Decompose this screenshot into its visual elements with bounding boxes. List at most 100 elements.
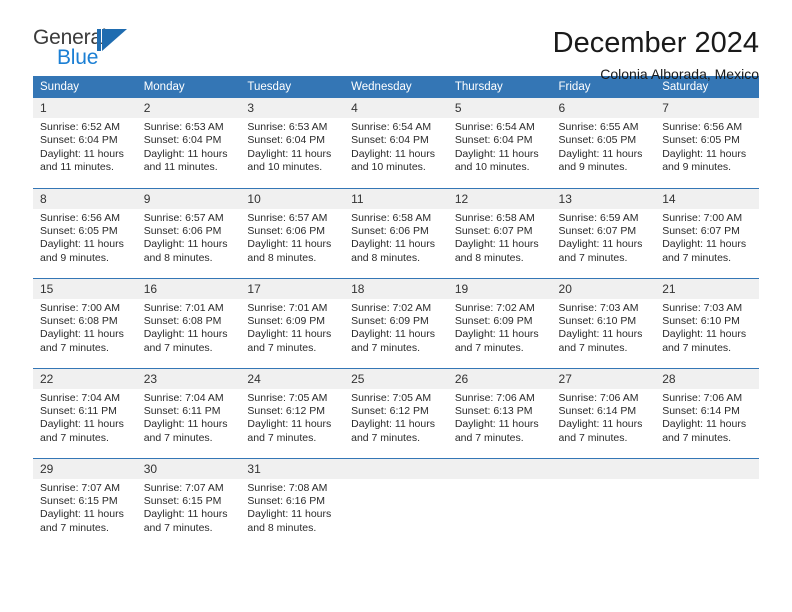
day-number: 10 <box>240 188 345 209</box>
day-details: Sunrise: 7:04 AM Sunset: 6:11 PM Daylight:… <box>33 389 137 446</box>
calendar-day-cell[interactable]: 23 Sunrise: 7:04 AM Sunset: 6:11 PM Dayligh… <box>136 367 241 458</box>
sunrise-text: Sunrise: 7:05 AM <box>247 391 328 404</box>
calendar-day-cell[interactable]: 14 Sunrise: 7:00 AM Sunset: 6:07 PM Dayligh… <box>655 187 759 278</box>
daylight-text: Daylight: 11 hours and 7 minutes. <box>662 418 747 444</box>
day-details: Sunrise: 6:59 AM Sunset: 6:07 PM Daylight:… <box>552 209 656 266</box>
sunrise-text: Sunrise: 7:00 AM <box>662 211 743 224</box>
sunset-text: Sunset: 6:11 PM <box>143 404 221 417</box>
day-details: Sunrise: 7:02 AM Sunset: 6:09 PM Daylight:… <box>448 299 552 356</box>
day-details: Sunrise: 6:55 AM Sunset: 6:05 PM Daylight:… <box>552 118 656 175</box>
day-number: 24 <box>240 368 345 389</box>
day-details: Sunrise: 7:03 AM Sunset: 6:10 PM Daylight:… <box>655 299 759 356</box>
calendar-day-cell[interactable]: 1 Sunrise: 6:52 AM Sunset: 6:04 PM Daylight… <box>33 98 137 188</box>
calendar-day-cell[interactable]: 16 Sunrise: 7:01 AM Sunset: 6:08 PM Dayligh… <box>136 277 241 368</box>
day-number: 20 <box>551 278 656 299</box>
sunset-text: Sunset: 6:06 PM <box>247 224 326 237</box>
calendar-day-cell[interactable]: 7 Sunrise: 6:56 AM Sunset: 6:05 PM Daylight… <box>655 98 759 188</box>
sunset-text: Sunset: 6:09 PM <box>247 314 326 327</box>
sunset-text: Sunset: 6:04 PM <box>40 134 118 147</box>
calendar-day-cell[interactable]: 19 Sunrise: 7:02 AM Sunset: 6:09 PM Dayligh… <box>447 277 552 368</box>
calendar-day-cell[interactable]: 8 Sunrise: 6:56 AM Sunset: 6:05 PM Daylight… <box>33 187 137 278</box>
calendar-week-row: 29 Sunrise: 7:07 AM Sunset: 6:15 PM Dayligh… <box>33 457 759 548</box>
weekday-header-wednesday: Wednesday <box>344 76 448 98</box>
calendar-day-cell[interactable]: 28 Sunrise: 7:06 AM Sunset: 6:14 PM Dayligh… <box>655 367 759 458</box>
day-number: 4 <box>344 98 448 118</box>
calendar-day-cell[interactable]: 31 Sunrise: 7:08 AM Sunset: 6:16 PM Dayligh… <box>240 457 345 548</box>
weekday-header-sunday: Sunday <box>33 76 137 98</box>
calendar-day-cell[interactable]: 2 Sunrise: 6:53 AM Sunset: 6:04 PM Daylight… <box>136 98 241 188</box>
calendar-day-cell[interactable]: 25 Sunrise: 7:05 AM Sunset: 6:12 PM Dayligh… <box>344 367 448 458</box>
day-number: 7 <box>655 98 759 118</box>
sunset-text: Sunset: 6:08 PM <box>40 314 118 327</box>
day-details: Sunrise: 6:54 AM Sunset: 6:04 PM Daylight:… <box>344 118 448 175</box>
sunset-text: Sunset: 6:04 PM <box>351 134 429 147</box>
calendar-day-cell[interactable]: 12 Sunrise: 6:58 AM Sunset: 6:07 PM Dayligh… <box>447 187 552 278</box>
day-details: Sunrise: 6:54 AM Sunset: 6:04 PM Daylight:… <box>448 118 552 175</box>
weekday-header-monday: Monday <box>136 76 241 98</box>
calendar-day-cell[interactable]: 29 Sunrise: 7:07 AM Sunset: 6:15 PM Dayligh… <box>33 457 137 548</box>
daylight-text: Daylight: 11 hours and 10 minutes. <box>247 147 332 174</box>
calendar-day-cell[interactable]: 5 Sunrise: 6:54 AM Sunset: 6:04 PM Daylight… <box>447 98 552 188</box>
calendar-cell-empty <box>447 457 552 548</box>
sunrise-text: Sunrise: 7:00 AM <box>40 301 120 314</box>
calendar-day-cell[interactable]: 13 Sunrise: 6:59 AM Sunset: 6:07 PM Dayligh… <box>551 187 656 278</box>
calendar-day-cell[interactable]: 27 Sunrise: 7:06 AM Sunset: 6:14 PM Dayligh… <box>551 367 656 458</box>
calendar-day-cell[interactable]: 30 Sunrise: 7:07 AM Sunset: 6:15 PM Dayligh… <box>136 457 241 548</box>
calendar-day-cell[interactable]: 10 Sunrise: 6:57 AM Sunset: 6:06 PM Dayligh… <box>240 187 345 278</box>
calendar-day-cell[interactable]: 15 Sunrise: 7:00 AM Sunset: 6:08 PM Dayligh… <box>33 277 137 368</box>
day-number: 1 <box>33 98 137 118</box>
calendar-day-cell[interactable]: 9 Sunrise: 6:57 AM Sunset: 6:06 PM Daylight… <box>136 187 241 278</box>
day-details: Sunrise: 7:00 AM Sunset: 6:07 PM Daylight:… <box>655 209 759 266</box>
daylight-text: Daylight: 11 hours and 11 minutes. <box>143 147 228 174</box>
calendar-day-cell[interactable]: 22 Sunrise: 7:04 AM Sunset: 6:11 PM Dayligh… <box>33 367 137 458</box>
day-details: Sunrise: 7:06 AM Sunset: 6:14 PM Daylight:… <box>552 389 656 446</box>
sunrise-text: Sunrise: 7:04 AM <box>143 391 224 404</box>
day-number: 16 <box>136 278 241 299</box>
daylight-text: Daylight: 11 hours and 7 minutes. <box>247 418 332 444</box>
calendar-day-cell[interactable]: 4 Sunrise: 6:54 AM Sunset: 6:04 PM Daylight… <box>344 98 448 188</box>
brand-logo[interactable]: General Blue <box>33 26 143 72</box>
sunset-text: Sunset: 6:14 PM <box>558 404 637 417</box>
sunrise-text: Sunrise: 6:57 AM <box>143 211 224 224</box>
sunset-text: Sunset: 6:12 PM <box>351 404 429 417</box>
day-number: 28 <box>655 368 759 389</box>
day-number: 3 <box>240 98 345 118</box>
daylight-text: Daylight: 11 hours and 7 minutes. <box>143 418 228 444</box>
sunrise-text: Sunrise: 6:53 AM <box>247 121 328 133</box>
day-number: 27 <box>551 368 656 389</box>
calendar-day-cell[interactable]: 17 Sunrise: 7:01 AM Sunset: 6:09 PM Dayligh… <box>240 277 345 368</box>
day-number <box>344 458 448 479</box>
sunrise-text: Sunrise: 6:58 AM <box>454 211 535 224</box>
calendar-week-row: 1 Sunrise: 6:52 AM Sunset: 6:04 PM Daylight… <box>33 98 759 188</box>
calendar-day-cell[interactable]: 6 Sunrise: 6:55 AM Sunset: 6:05 PM Daylight… <box>551 98 656 188</box>
day-details <box>448 479 552 482</box>
calendar-day-cell[interactable]: 18 Sunrise: 7:02 AM Sunset: 6:09 PM Dayligh… <box>344 277 448 368</box>
calendar-table: Sunday Monday Tuesday Wednesday Thursday… <box>33 76 759 548</box>
sunset-text: Sunset: 6:10 PM <box>558 314 637 327</box>
day-details <box>655 479 759 482</box>
day-number: 19 <box>447 278 552 299</box>
day-number: 11 <box>344 188 448 209</box>
page-header: General Blue December 2024 Colonia Albor… <box>33 0 759 82</box>
day-number: 31 <box>240 458 345 479</box>
calendar-day-cell[interactable]: 21 Sunrise: 7:03 AM Sunset: 6:10 PM Dayligh… <box>655 277 759 368</box>
calendar-body: 1 Sunrise: 6:52 AM Sunset: 6:04 PM Daylight… <box>33 98 759 548</box>
sunrise-text: Sunrise: 7:01 AM <box>247 301 328 314</box>
day-details: Sunrise: 7:07 AM Sunset: 6:15 PM Daylight:… <box>137 479 241 536</box>
page-title: December 2024 <box>552 27 759 59</box>
calendar-day-cell[interactable]: 11 Sunrise: 6:58 AM Sunset: 6:06 PM Dayligh… <box>344 187 448 278</box>
sunrise-text: Sunrise: 6:58 AM <box>351 211 432 224</box>
calendar-day-cell[interactable]: 3 Sunrise: 6:53 AM Sunset: 6:04 PM Daylight… <box>240 98 345 188</box>
daylight-text: Daylight: 11 hours and 10 minutes. <box>454 147 539 174</box>
calendar-day-cell[interactable]: 26 Sunrise: 7:06 AM Sunset: 6:13 PM Dayligh… <box>447 367 552 458</box>
calendar-day-cell[interactable]: 24 Sunrise: 7:05 AM Sunset: 6:12 PM Dayligh… <box>240 367 345 458</box>
day-number: 13 <box>551 188 656 209</box>
sunset-text: Sunset: 6:15 PM <box>143 494 222 507</box>
sunset-text: Sunset: 6:04 PM <box>143 134 222 147</box>
day-number <box>447 458 552 479</box>
sunset-text: Sunset: 6:14 PM <box>662 404 740 417</box>
calendar-day-cell[interactable]: 20 Sunrise: 7:03 AM Sunset: 6:10 PM Dayligh… <box>551 277 656 368</box>
sunrise-text: Sunrise: 6:55 AM <box>558 121 639 133</box>
sunrise-text: Sunrise: 7:02 AM <box>454 301 535 314</box>
sunrise-text: Sunrise: 7:06 AM <box>558 391 639 404</box>
